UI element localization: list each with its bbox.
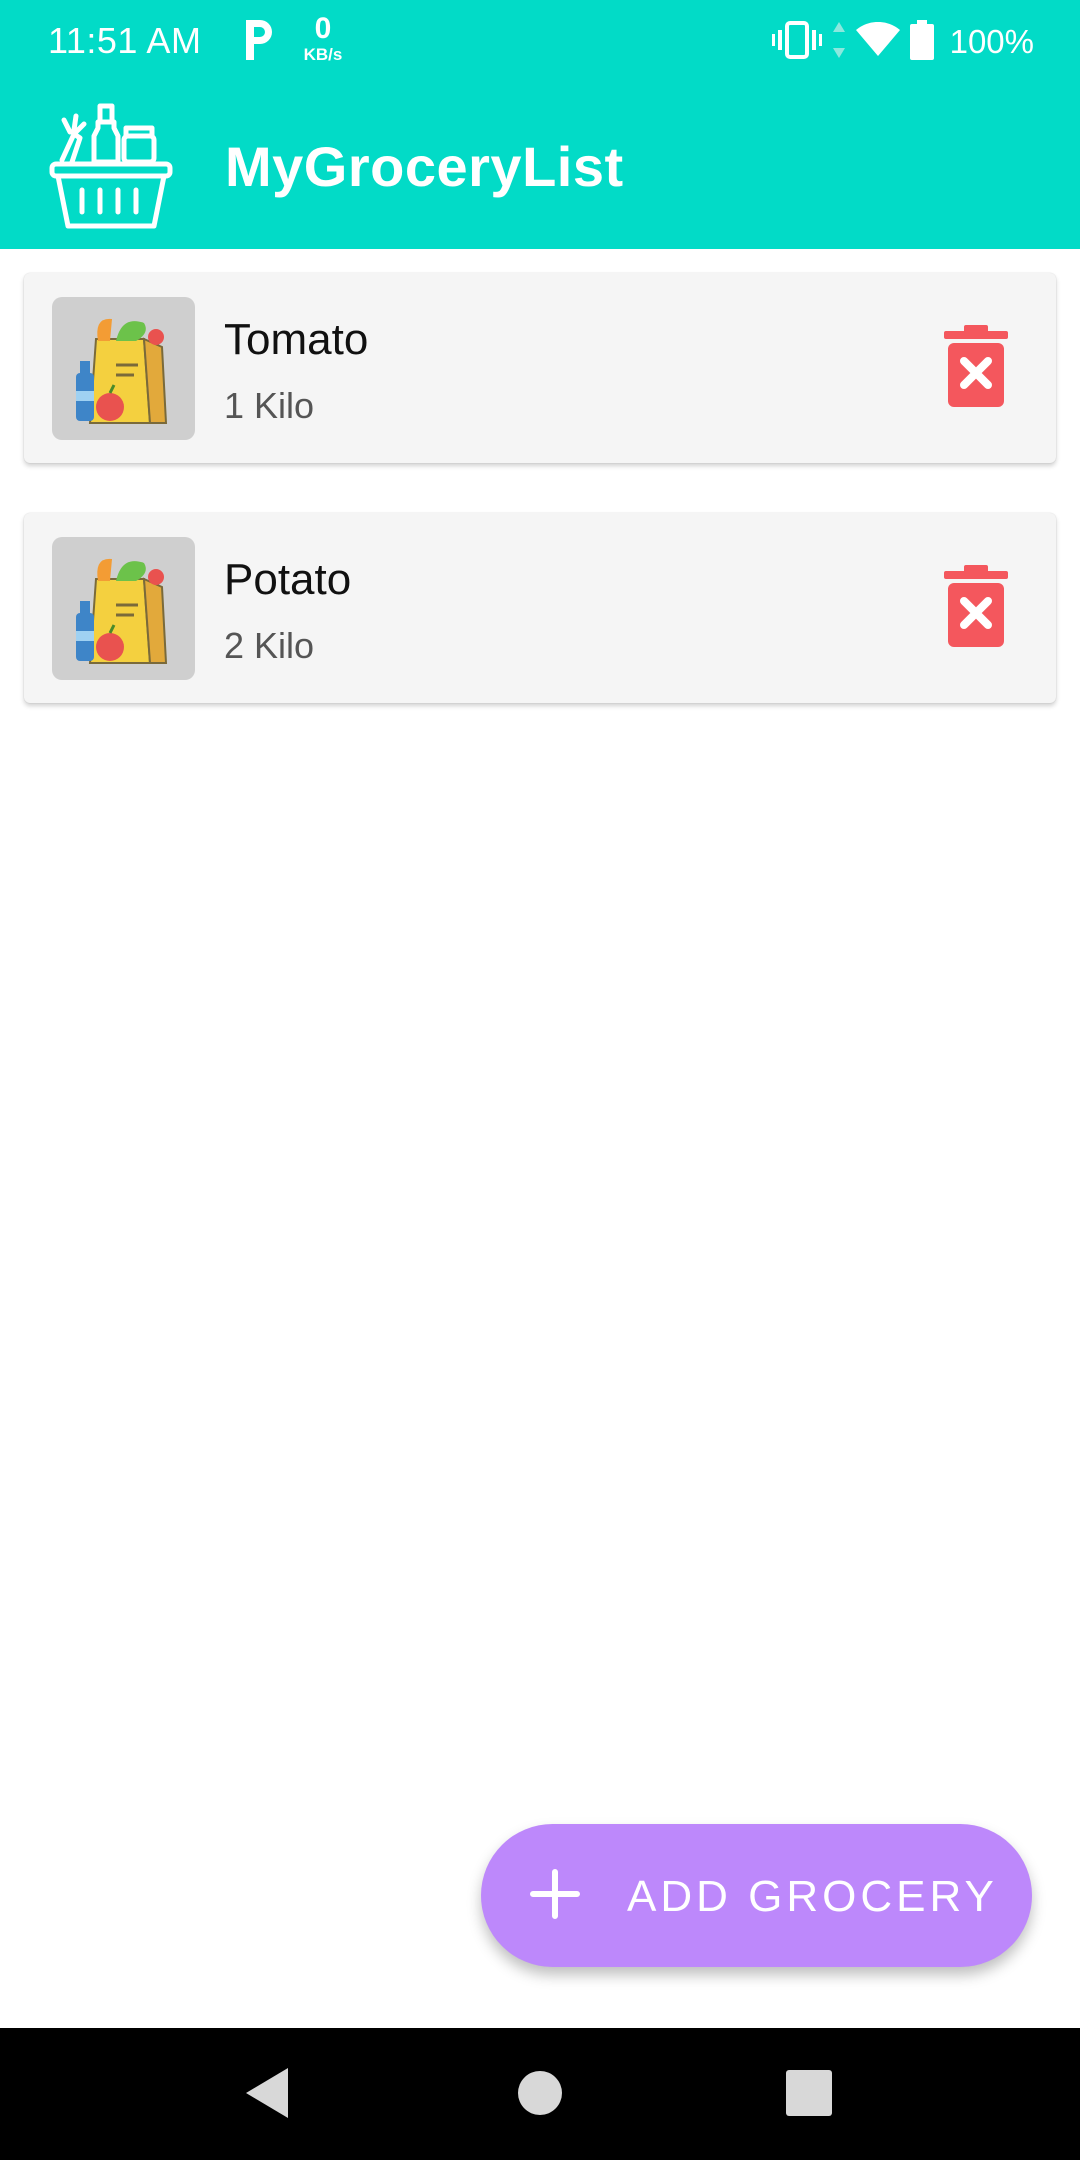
- net-speed: 0 KB/s: [296, 12, 350, 64]
- delete-button[interactable]: [944, 325, 1008, 409]
- app-toolbar: MyGroceryList: [0, 84, 1080, 249]
- grocery-item-card[interactable]: Tomato 1 Kilo: [24, 273, 1056, 463]
- grocery-name: Tomato: [224, 315, 369, 364]
- grocery-bag-icon: [76, 558, 168, 664]
- status-bar: 11:51 AM 0 KB/s 100%: [0, 0, 1080, 84]
- grocery-quantity: 2 Kilo: [224, 625, 315, 666]
- grocery-thumbnail: [52, 537, 195, 680]
- grocery-name: Potato: [224, 555, 352, 604]
- app-title: MyGroceryList: [225, 135, 624, 198]
- trash-delete-icon: [944, 325, 1008, 407]
- vibrate-icon: [771, 20, 822, 65]
- grocery-quantity: 1 Kilo: [224, 385, 315, 426]
- home-icon[interactable]: [517, 2070, 563, 2121]
- add-grocery-label: ADD GROCERY: [627, 1872, 998, 1921]
- system-nav-bar: [0, 2028, 1080, 2160]
- parking-app-icon: [238, 14, 280, 71]
- trash-delete-icon: [944, 565, 1008, 647]
- battery-icon: [909, 19, 934, 65]
- grocery-item-card[interactable]: Potato 2 Kilo: [24, 513, 1056, 703]
- plus-icon: [529, 1866, 581, 1927]
- data-arrows-icon: [832, 21, 846, 63]
- add-grocery-button[interactable]: ADD GROCERY: [481, 1824, 1032, 1967]
- recents-icon[interactable]: [786, 2070, 832, 2121]
- status-time: 11:51 AM: [48, 20, 202, 61]
- net-speed-unit: KB/s: [303, 45, 343, 64]
- grocery-basket-icon: [48, 98, 174, 237]
- net-speed-value: 0: [314, 12, 332, 45]
- grocery-bag-icon: [76, 318, 168, 424]
- back-icon[interactable]: [244, 2066, 290, 2125]
- battery-percent: 100%: [949, 23, 1034, 60]
- grocery-thumbnail: [52, 297, 195, 440]
- wifi-icon: [855, 21, 900, 63]
- delete-button[interactable]: [944, 565, 1008, 649]
